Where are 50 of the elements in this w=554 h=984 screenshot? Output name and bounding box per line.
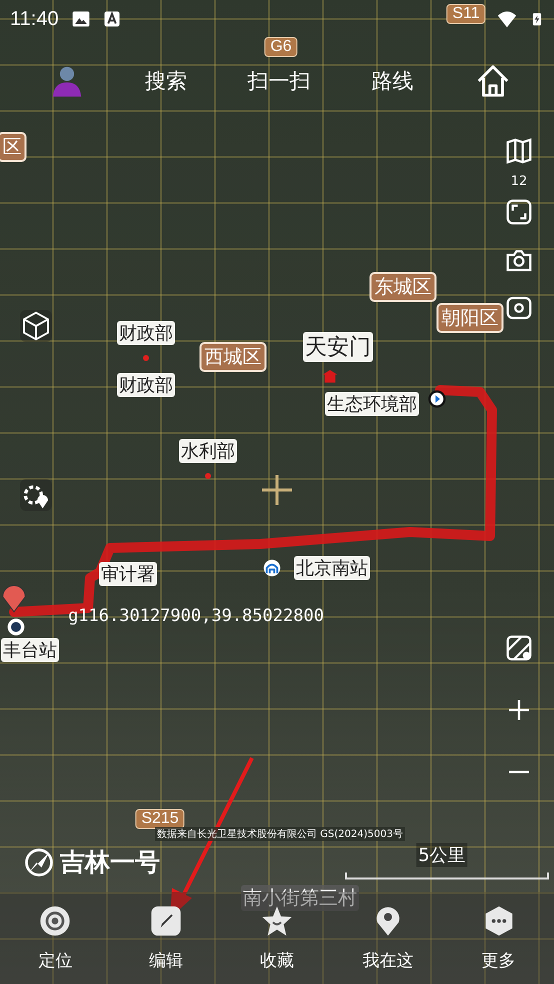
satellite-logo-icon (24, 847, 54, 877)
pencil-icon[interactable] (150, 904, 182, 936)
poi-dot-icon (205, 473, 211, 479)
star-icon[interactable] (260, 904, 293, 936)
top-menu-item[interactable]: 扫一扫 (248, 67, 310, 95)
more-icon[interactable] (482, 904, 515, 936)
image-icon (70, 9, 91, 29)
place-label: 财政部 (117, 373, 175, 397)
font-icon (102, 10, 121, 28)
target-icon[interactable] (39, 904, 72, 936)
map-location-icon[interactable] (504, 633, 534, 663)
road-shield: S11 (446, 4, 486, 24)
brand-name: 吉林一号 (60, 846, 160, 878)
district-label: 西城区 (200, 342, 266, 372)
place-label: 水利部 (179, 439, 237, 463)
district-label: 东城区 (370, 272, 436, 302)
place-label: 北京南站 (294, 556, 370, 580)
district-label: 朝阳区 (436, 303, 504, 333)
clock: 11:40 (10, 8, 59, 30)
3d-cube-icon[interactable] (20, 310, 52, 342)
place-label: 天安门 (303, 332, 373, 362)
place-label: 生态环境部 (325, 392, 419, 416)
gear-pin-icon[interactable] (20, 479, 52, 511)
map-attribution: 数据来自长光卫星技术股份有限公司 GS(2024)5003号 (155, 827, 405, 841)
nav-label[interactable]: 收藏 (260, 948, 294, 972)
nav-label[interactable]: 更多 (482, 948, 516, 972)
scale-label: 5公里 (416, 843, 468, 867)
place-label: 审计署 (99, 562, 157, 586)
place-label: 南小街第三村 (241, 885, 359, 911)
station-icon (263, 559, 281, 577)
nav-label[interactable]: 我在这 (362, 948, 414, 972)
nav-label[interactable]: 编辑 (149, 948, 184, 972)
play-icon (428, 390, 446, 408)
fullscreen-icon[interactable] (504, 197, 534, 227)
nav-label[interactable]: 定位 (38, 948, 72, 972)
location-dot-icon (6, 617, 26, 637)
place-label: 财政部 (117, 321, 175, 345)
top-menu-item[interactable]: 搜索 (144, 67, 187, 95)
top-menu-item[interactable]: 路线 (371, 67, 414, 95)
poi-dot-icon (143, 355, 149, 361)
district-label: 区 (0, 132, 26, 162)
zoom-level: 12 (510, 174, 528, 189)
map-icon[interactable] (504, 136, 534, 166)
road-shield: S215 (135, 809, 185, 829)
wifi-icon (496, 9, 518, 29)
coordinate-text: g116.30127900,39.85022800 (68, 606, 324, 626)
avatar-icon[interactable] (50, 64, 84, 98)
road-shield: G6 (264, 37, 298, 57)
crosshair-icon (260, 474, 294, 506)
place-label: 丰台站 (1, 638, 59, 662)
